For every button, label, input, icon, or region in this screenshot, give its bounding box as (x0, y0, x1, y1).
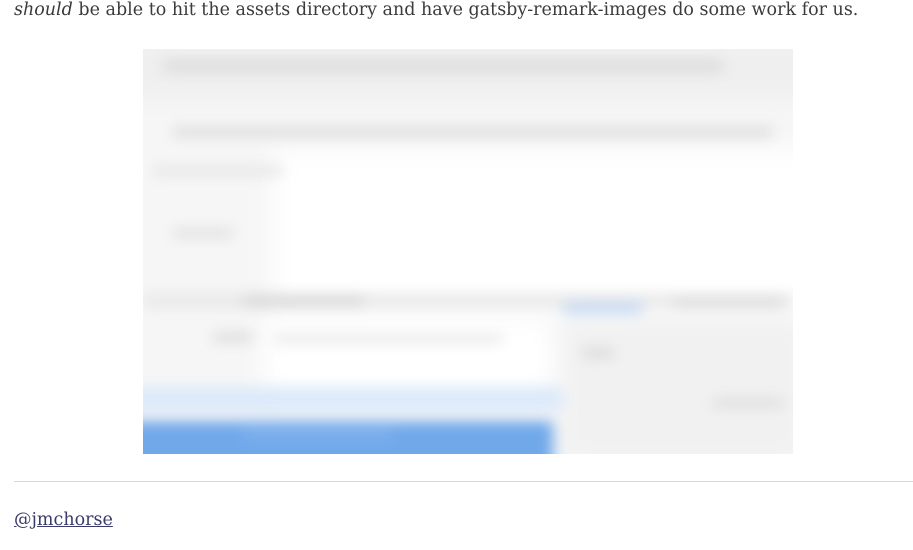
blurred-screenshot-image (143, 49, 793, 454)
blurred-screenshot-graphic (143, 49, 793, 454)
footer-divider (14, 481, 913, 482)
author-handle-link[interactable]: @jmchorse (14, 507, 113, 533)
para-text: be able to hit the assets directory and … (72, 0, 859, 20)
para-emphasis: should (14, 0, 73, 20)
article-paragraph: should be able to hit the assets directo… (14, 0, 858, 23)
page: should be able to hit the assets directo… (0, 0, 913, 550)
